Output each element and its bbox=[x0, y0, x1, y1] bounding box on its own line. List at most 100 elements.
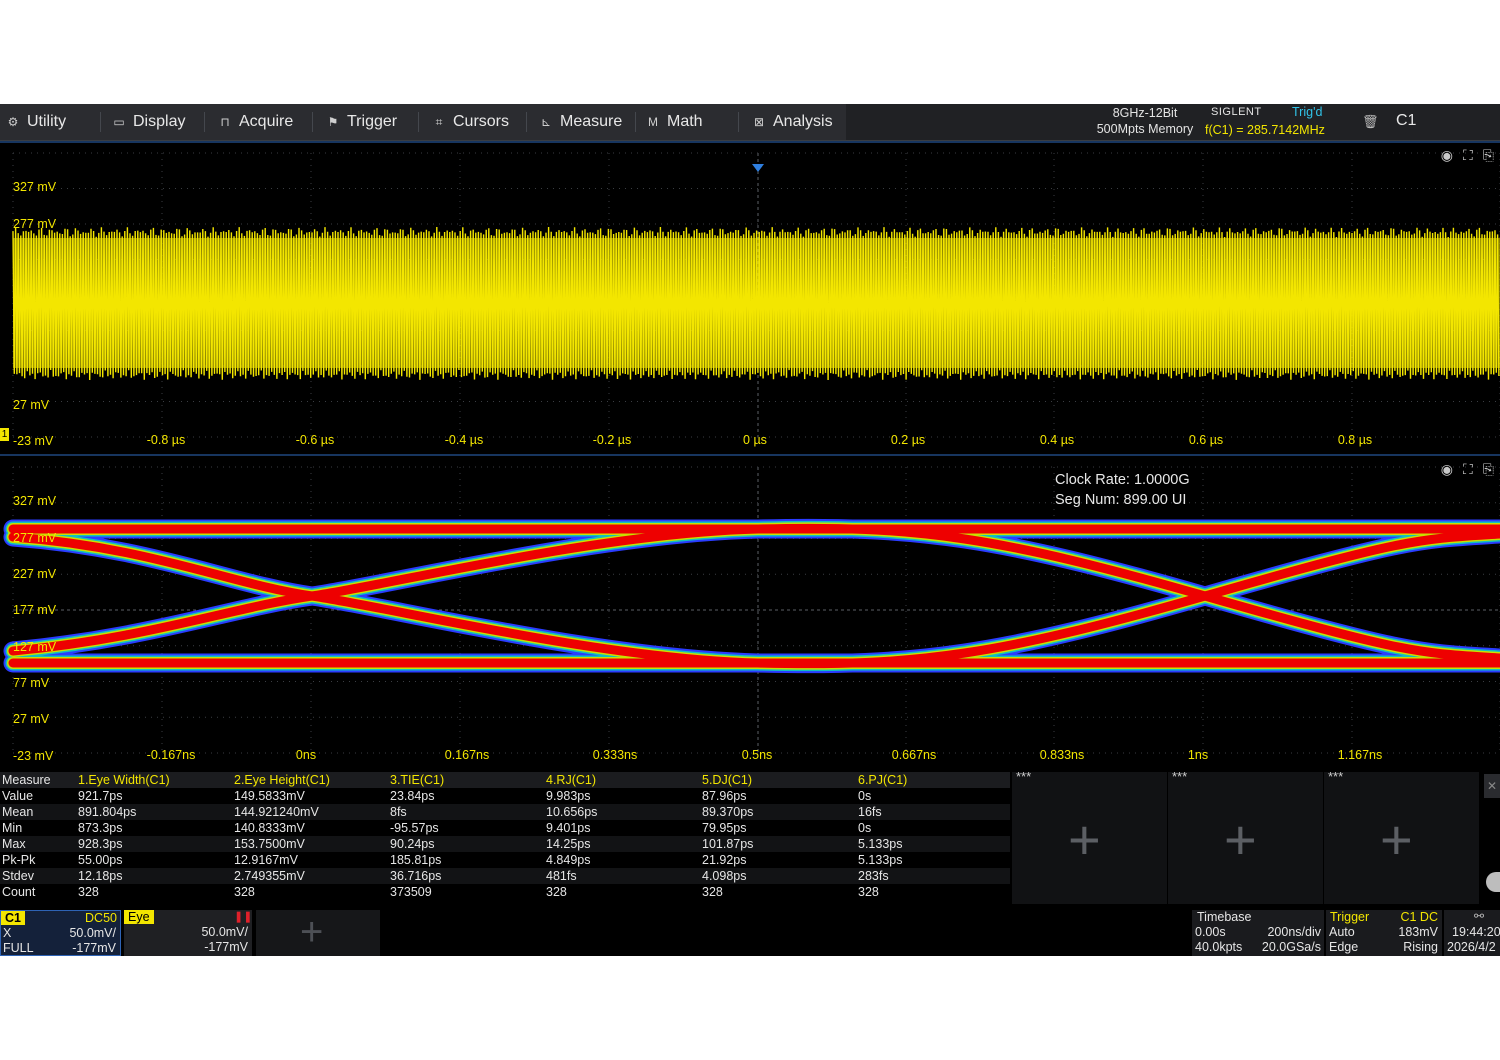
empty-measure-slot[interactable]: *** + bbox=[1324, 769, 1479, 904]
eye-diagram-grid bbox=[3, 466, 1500, 754]
table-cell: 87.96ps bbox=[702, 789, 747, 803]
analysis-icon: ⊠ bbox=[753, 115, 765, 129]
trigger-level: 183mV bbox=[1398, 925, 1438, 939]
camera-icon[interactable]: ◉ bbox=[1441, 461, 1453, 478]
fullscreen-icon[interactable]: ⛶ bbox=[1463, 147, 1473, 164]
column-header[interactable]: 1.Eye Width(C1) bbox=[76, 772, 232, 788]
add-channel-slot[interactable]: + bbox=[256, 910, 380, 956]
trash-icon[interactable]: 🗑 bbox=[1362, 114, 1379, 130]
table-cell: 101.87ps bbox=[700, 836, 856, 852]
measurement-panel: Measure 1.Eye Width(C1) 2.Eye Height(C1)… bbox=[0, 769, 1500, 904]
x-label: 0.167ns bbox=[444, 748, 490, 762]
table-row: Pk-Pk 55.00ps 12.9167mV 185.81ps 4.849ps 21.9… bbox=[0, 852, 1010, 868]
x-label: 0.333ns bbox=[592, 748, 638, 762]
clock-date: 2026/4/2 bbox=[1447, 940, 1496, 954]
menu-display[interactable]: ▭ Display bbox=[112, 104, 185, 140]
row-label: Pk-Pk bbox=[2, 853, 36, 867]
undock-icon[interactable]: ⎘ bbox=[1483, 461, 1494, 478]
table-cell: 328 bbox=[78, 885, 99, 899]
y-label-327: 327 mV bbox=[13, 180, 57, 194]
table-cell: 5.133ps bbox=[856, 836, 1010, 852]
waveform-fill bbox=[13, 238, 1500, 368]
trigger-position-marker[interactable] bbox=[752, 164, 764, 172]
math-icon: M bbox=[648, 115, 658, 129]
scroll-handle[interactable] bbox=[1486, 872, 1500, 892]
menu-trigger-label: Trigger bbox=[347, 113, 398, 130]
menu-measure[interactable]: ⊾ Measure bbox=[539, 104, 622, 140]
menu-cursors[interactable]: ⌗ Cursors bbox=[432, 104, 509, 140]
table-cell: 5.133ps bbox=[858, 853, 903, 867]
table-row: Value 921.7ps 149.5833mV 23.84ps 9.983ps 87.9… bbox=[0, 788, 1010, 804]
row-header: Measure bbox=[0, 772, 76, 788]
menu-trigger[interactable]: ⚑ Trigger bbox=[326, 104, 397, 140]
trigger-title: Trigger bbox=[1330, 910, 1370, 924]
eye-info-box: Clock Rate: 1.0000G Seg Num: 899.00 UI bbox=[1055, 471, 1190, 510]
channel-eye-descriptor[interactable]: Eye ❚❚ 50.0mV/ -177mV bbox=[124, 910, 252, 956]
table-cell: 10.656ps bbox=[544, 804, 700, 820]
y-label-177: 177 mV bbox=[13, 603, 57, 617]
table-cell: 921.7ps bbox=[78, 789, 123, 803]
x-label: -0.4 µs bbox=[444, 433, 484, 447]
table-cell: 4.849ps bbox=[546, 853, 591, 867]
table-cell: 9.401ps bbox=[546, 821, 591, 835]
table-header-row: Measure 1.Eye Width(C1) 2.Eye Height(C1)… bbox=[0, 772, 1010, 788]
sample-rate: 20.0GSa/s bbox=[1261, 940, 1321, 954]
add-measure-icon[interactable]: + bbox=[1380, 812, 1413, 868]
row-label: Min bbox=[2, 821, 23, 835]
table-cell: 328 bbox=[234, 885, 255, 899]
y-label-27: 27 mV bbox=[13, 712, 50, 726]
empty-measure-slot[interactable]: *** + bbox=[1012, 769, 1167, 904]
table-cell: 12.18ps bbox=[76, 868, 232, 884]
acquire-icon: ⊓ bbox=[220, 115, 230, 129]
clock-rate-text: Clock Rate: 1.0000G bbox=[1055, 472, 1190, 488]
table-cell: 185.81ps bbox=[390, 853, 442, 867]
table-cell: 4.098ps bbox=[700, 868, 856, 884]
table-row: Min 873.3ps 140.8333mV -95.57ps 9.401ps 79.95… bbox=[0, 820, 1010, 836]
menu-analysis[interactable]: ⊠ Analysis bbox=[752, 104, 833, 140]
column-header[interactable]: 4.RJ(C1) bbox=[544, 772, 700, 788]
eye-diagram-pane[interactable]: ◉ ⛶ ⎘ Clock Rate: 1.0000G Seg Num: 899.0… bbox=[0, 457, 1500, 771]
menu-math[interactable]: M Math bbox=[646, 104, 703, 140]
add-measure-icon[interactable]: + bbox=[1068, 812, 1101, 868]
menu-acquire[interactable]: ⊓ Acquire bbox=[218, 104, 293, 140]
timebase-info[interactable]: Timebase 0.00s 200ns/div 40.0kpts 20.0GS… bbox=[1192, 910, 1324, 956]
y-label-neg23: -23 mV bbox=[13, 434, 54, 448]
column-header[interactable]: 3.TIE(C1) bbox=[388, 772, 544, 788]
channel-c1-tag: C1 bbox=[1, 911, 25, 925]
table-cell: 9.983ps bbox=[546, 789, 591, 803]
x-label: 0.6 µs bbox=[1188, 433, 1224, 447]
empty-measure-slot[interactable]: *** + bbox=[1168, 769, 1323, 904]
table-cell: 14.25ps bbox=[544, 836, 700, 852]
x-label: 0 µs bbox=[743, 433, 767, 447]
x-label: 0ns bbox=[295, 748, 317, 762]
eye-trace bbox=[5, 526, 1500, 672]
column-header[interactable]: 6.PJ(C1) bbox=[856, 772, 1010, 788]
table-cell: 373509 bbox=[390, 885, 432, 899]
add-measure-icon[interactable]: + bbox=[1224, 812, 1257, 868]
scale-label: X bbox=[3, 926, 12, 940]
undock-icon[interactable]: ⎘ bbox=[1483, 147, 1494, 164]
ruler-icon: ⊾ bbox=[540, 115, 552, 129]
slot-dots: *** bbox=[1172, 769, 1188, 784]
channel-1-marker[interactable]: 1 bbox=[0, 428, 9, 441]
pane-toolbar: ◉ ⛶ ⎘ bbox=[1441, 461, 1494, 478]
trigger-info[interactable]: Trigger C1 DC Auto 183mV Edge Rising bbox=[1326, 910, 1442, 956]
x-label: 0.4 µs bbox=[1039, 433, 1075, 447]
table-row: Mean 891.804ps 144.921240mV 8fs 10.656ps 89.3… bbox=[0, 804, 1010, 820]
channel-c1-descriptor[interactable]: C1 DC50 X 50.0mV/ FULL -177mV bbox=[0, 910, 121, 956]
table-cell: 928.3ps bbox=[76, 836, 232, 852]
menu-utility[interactable]: ⚙ Utility bbox=[6, 104, 67, 140]
waveform-pane[interactable]: ◉ ⛶ ⎘ 327 mV 277 mV 27 mV -23 mV 1 -0.8 … bbox=[0, 143, 1500, 455]
add-channel-icon[interactable]: + bbox=[300, 912, 323, 952]
coupling-text: DC50 bbox=[85, 911, 117, 925]
column-header[interactable]: 5.DJ(C1) bbox=[700, 772, 856, 788]
close-measure-icon[interactable]: ✕ bbox=[1484, 774, 1500, 798]
menu-divider bbox=[738, 112, 739, 132]
active-channel-label[interactable]: C1 bbox=[1396, 112, 1416, 130]
column-header[interactable]: 2.Eye Height(C1) bbox=[232, 772, 388, 788]
table-cell: 90.24ps bbox=[388, 836, 544, 852]
fullscreen-icon[interactable]: ⛶ bbox=[1463, 461, 1473, 478]
vertical-offset: -177mV bbox=[204, 940, 248, 954]
camera-icon[interactable]: ◉ bbox=[1441, 147, 1453, 164]
offset-label: FULL bbox=[3, 941, 34, 955]
